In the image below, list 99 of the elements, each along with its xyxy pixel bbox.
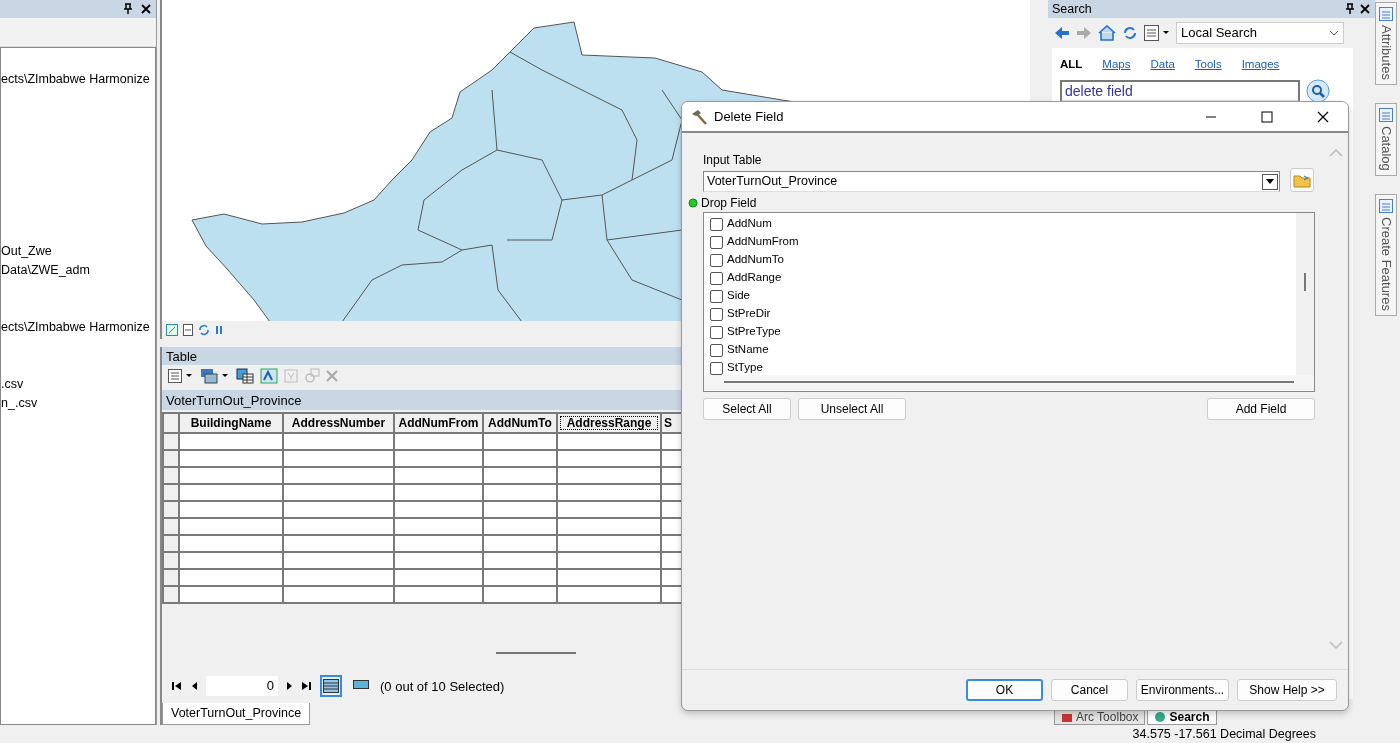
next-record-icon[interactable] [286,681,294,692]
select-by-attributes-icon[interactable] [236,368,254,385]
checkbox[interactable] [710,361,723,375]
pin-icon[interactable] [122,3,134,15]
row-selector[interactable] [163,413,179,434]
field-name: AddRange [727,270,782,286]
close-icon[interactable] [1359,3,1371,15]
scrollbar-thumb[interactable] [1304,273,1306,291]
table-icon [1379,7,1393,21]
zoom-to-selected-icon [304,368,320,385]
dialog-button[interactable]: Environments... [1136,679,1229,701]
globe-icon [1154,711,1167,723]
field-name: Side [727,288,751,304]
chevron-down-icon [1329,30,1339,36]
side-tab[interactable]: Catalog [1375,102,1397,176]
switch-selection-icon[interactable] [260,368,278,385]
close-icon[interactable] [140,3,152,15]
table-view-icon [323,679,339,694]
panel-title: Search [1052,0,1092,18]
edit-icon [1379,198,1393,213]
checkbox[interactable] [710,271,723,285]
select-all-button[interactable]: Select All [703,398,791,420]
checkbox[interactable] [710,289,723,303]
field-name: StType [727,360,763,375]
field-name: AddNumTo [727,252,784,268]
field-name: StPreDir [727,306,771,322]
checkbox[interactable] [710,343,723,357]
browse-button[interactable] [1290,168,1314,192]
checkbox[interactable] [710,307,723,321]
table-dropdown[interactable]: VoterTurnOut_Province [703,171,1280,192]
layer-path[interactable]: Out_Zwe [1,242,155,261]
add-field-button[interactable]: Add Field [1207,398,1315,420]
pause-icon[interactable] [214,324,224,337]
table-name: VoterTurnOut_Province [166,391,302,410]
first-record-icon[interactable] [172,681,182,692]
dropdown-arrow-icon [1266,179,1274,184]
dialog-title: Delete Field [714,107,785,126]
dialog-button[interactable]: Show Help >> [1237,679,1337,701]
category-tab[interactable]: Tools [1194,56,1222,74]
search-field[interactable]: delete field [1060,80,1300,103]
field-name: StPreType [727,324,781,340]
dialog-button[interactable]: Cancel [1051,679,1128,701]
checkbox[interactable] [710,325,723,339]
field-name: StName [727,342,769,358]
table-tab[interactable]: VoterTurnOut_Province [162,703,311,725]
close-icon[interactable] [1317,110,1329,123]
coordinates-readout: 34.575 -17.561 Decimal Degrees [1132,725,1316,743]
previous-record-icon[interactable] [190,681,198,692]
toolbox-icon [1061,711,1073,723]
refresh-icon[interactable] [198,324,210,337]
table-options-icon[interactable] [168,369,194,384]
scrollbar-thumb[interactable] [496,652,576,655]
side-tab[interactable]: Attributes [1375,2,1397,85]
selection-count: (0 out of 10 Selected) [380,677,505,696]
field-name: AddNumFrom [727,234,799,250]
layout-view-icon[interactable] [182,324,194,337]
field-label: Drop Field [701,195,757,212]
column-header[interactable]: AddNumFrom [394,413,483,434]
refresh-icon[interactable] [1122,25,1138,41]
pin-icon[interactable] [1344,3,1356,15]
checkbox[interactable] [710,253,723,267]
all-records-view-button[interactable] [320,675,342,698]
data-view-icon[interactable] [166,324,178,337]
category-tab[interactable]: Images [1241,56,1280,74]
record-field[interactable]: 0 [206,676,278,697]
hammer-icon [690,107,708,126]
checkbox[interactable] [710,235,723,249]
search-icon[interactable] [1306,79,1330,104]
layer-path[interactable]: n_.csv [1,394,155,413]
clear-selection-icon [284,369,298,384]
side-tab[interactable]: Create Features [1375,193,1397,316]
dialog-button[interactable]: OK [966,679,1043,701]
layer-path[interactable]: Data\ZWE_adm [1,261,155,280]
unselect-all-button[interactable]: Unselect All [798,398,906,420]
scope-dropdown[interactable]: Local Search [1176,22,1344,44]
folder-icon [1293,172,1311,188]
last-record-icon[interactable] [302,681,312,692]
related-tables-icon[interactable] [200,368,230,385]
column-header[interactable]: AddressRange [557,413,661,434]
field-name: AddNum [727,216,772,232]
panel-title: Table [166,347,198,366]
catalog-icon [1379,107,1393,122]
field-label: Input Table [703,152,763,169]
category-tab[interactable]: ALL [1060,56,1083,74]
column-header[interactable]: BuildingName [179,413,283,434]
layer-path[interactable]: .csv [1,375,155,394]
scrollbar-thumb[interactable] [724,381,1294,383]
layer-path[interactable]: ects\ZImbabwe Harmonize [1,70,155,89]
delete-icon [326,370,338,383]
list-options-icon[interactable] [1144,25,1170,41]
home-icon[interactable] [1098,25,1116,41]
back-arrow-icon[interactable] [1054,26,1070,40]
layer-path[interactable]: ects\ZImbabwe Harmonize [1,318,155,337]
category-tab[interactable]: Data [1150,56,1175,74]
category-tab[interactable]: Maps [1102,56,1131,74]
maximize-icon[interactable] [1261,110,1273,123]
column-header[interactable]: AddressNumber [283,413,394,434]
checkbox[interactable] [710,217,723,231]
status-dot-icon [688,198,698,208]
